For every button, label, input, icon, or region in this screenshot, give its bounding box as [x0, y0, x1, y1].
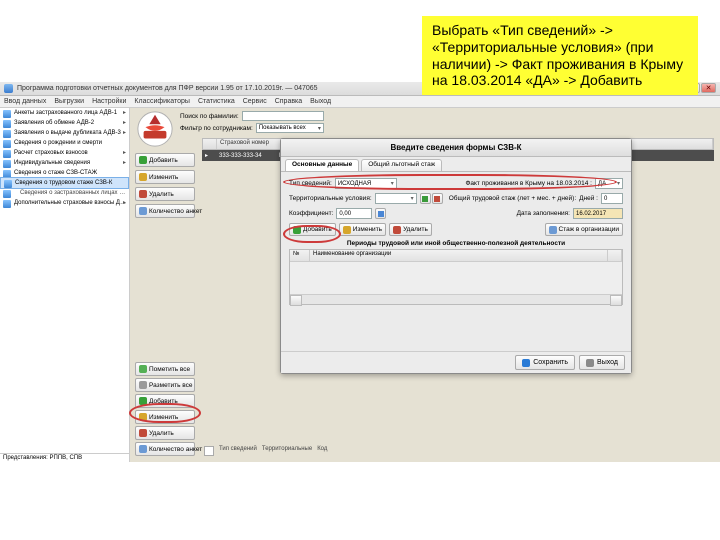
edit-person-button[interactable]: Изменить — [135, 170, 195, 184]
search-surname-label: Поиск по фамилии: — [180, 113, 239, 120]
sidebar-subitem[interactable]: Сведения о застрахованных лицах СЗВ-М — [0, 188, 129, 198]
add-person-button[interactable]: Добавить — [135, 153, 195, 167]
mark-actions: Пометить все Разметить все Добавить Изме… — [135, 362, 195, 456]
sidebar-item[interactable]: Анкеты застрахованного лица АДВ-1 — [0, 108, 129, 118]
plus-icon — [139, 397, 147, 405]
edit-record-button[interactable]: Изменить — [135, 410, 195, 424]
col-org[interactable]: Наименование организации — [310, 250, 608, 261]
days-label: Дней : — [579, 195, 598, 202]
sidebar-item[interactable]: Расчет страховых взносов — [0, 148, 129, 158]
check-icon — [139, 365, 147, 373]
count-record-button[interactable]: Количество анкет — [135, 442, 195, 456]
count-icon — [139, 445, 147, 453]
fact-crimea-select[interactable]: ДА — [595, 178, 623, 189]
filter-select[interactable]: Показывать всех — [256, 123, 324, 133]
terr-clear-icon[interactable] — [432, 193, 443, 204]
list-icon — [549, 226, 557, 234]
koef-calc-icon[interactable] — [375, 208, 386, 219]
type-label: Тип сведений — [219, 446, 257, 456]
menu-item[interactable]: Классификаторы — [134, 98, 190, 105]
add-record-button[interactable]: Добавить — [135, 394, 195, 408]
disk-icon — [522, 359, 530, 367]
horizontal-scrollbar[interactable] — [290, 294, 622, 304]
search-panel: Поиск по фамилии: Фильтр по сотрудникам:… — [180, 111, 324, 133]
tab-lgotnyi-stazh[interactable]: Общий льготный стаж — [361, 159, 442, 171]
sidebar-item[interactable]: Заявления о выдаче дубликата АДВ-3 — [0, 128, 129, 138]
menu-item[interactable]: Статистика — [198, 98, 235, 105]
period-edit-button[interactable]: Изменить — [339, 223, 386, 236]
sidebar-item[interactable]: Заявления об обмене АДВ-2 — [0, 118, 129, 128]
record-props-row: Тип сведений Территориальные Код — [204, 446, 327, 456]
pencil-icon — [343, 226, 351, 234]
fact-crimea-label: Факт проживания в Крыму на 18.03.2014 : — [465, 180, 592, 187]
menubar: Ввод данных Выгрузки Настройки Классифик… — [0, 96, 720, 108]
col-snils[interactable]: Страховой номер — [217, 139, 283, 149]
window-title: Программа подготовки отчетных документов… — [17, 85, 318, 92]
delete-person-button[interactable]: Удалить — [135, 187, 195, 201]
unmark-all-button[interactable]: Разметить все — [135, 378, 195, 392]
menu-item[interactable]: Настройки — [92, 98, 126, 105]
ots-label: Общий трудовой стаж (лет + мес. + дней): — [449, 195, 576, 202]
count-icon — [139, 207, 147, 215]
menu-item[interactable]: Справка — [275, 98, 302, 105]
save-button[interactable]: Сохранить — [515, 355, 575, 370]
terr-cond-select[interactable] — [375, 193, 417, 204]
periods-section-title: Периоды трудовой или иной общественно-по… — [289, 240, 623, 247]
periods-table: № Наименование организации — [289, 249, 623, 305]
stazh-org-button[interactable]: Стаж в организации — [545, 223, 624, 236]
menu-item[interactable]: Выгрузки — [54, 98, 84, 105]
tab-osnovnye[interactable]: Основные данные — [285, 159, 359, 171]
type-svedeniy-select[interactable]: ИСХОДНАЯ — [335, 178, 397, 189]
sidebar-item[interactable]: Индивидуальные сведения — [0, 158, 129, 168]
annotation-callout: Выбрать «Тип сведений» -> «Территориальн… — [422, 16, 698, 95]
col-num[interactable]: № — [290, 250, 310, 261]
terr-cond-label: Территориальные условия: — [289, 195, 372, 202]
menu-item[interactable]: Сервис — [243, 98, 267, 105]
period-delete-button[interactable]: Удалить — [389, 223, 432, 236]
app-icon — [4, 84, 13, 93]
date-fill-label: Дата заполнения: — [517, 210, 570, 217]
days-input[interactable]: 0 — [601, 193, 623, 204]
dialog-tabs: Основные данные Общий льготный стаж — [281, 157, 631, 171]
trash-icon — [139, 190, 147, 198]
delete-record-button[interactable]: Удалить — [135, 426, 195, 440]
person-actions: Добавить Изменить Удалить Количество анк… — [135, 153, 195, 218]
sidebar-item[interactable]: Сведения о рождении и смерти — [0, 138, 129, 148]
dialog-title: Введите сведения формы СЗВ-К — [281, 139, 631, 157]
menu-item[interactable]: Выход — [310, 98, 331, 105]
exit-button[interactable]: Выход — [579, 355, 625, 370]
terr-label: Территориальные — [262, 446, 312, 456]
filter-label: Фильтр по сотрудникам: — [180, 125, 253, 132]
sidebar: Анкеты застрахованного лица АДВ-1 Заявле… — [0, 108, 130, 462]
exit-icon — [586, 359, 594, 367]
terr-add-icon[interactable] — [420, 193, 431, 204]
pencil-icon — [139, 173, 147, 181]
mark-all-button[interactable]: Пометить все — [135, 362, 195, 376]
dialog-body: Тип сведений: ИСХОДНАЯ Факт проживания в… — [281, 171, 631, 351]
code-label: Код — [317, 446, 327, 456]
close-button[interactable]: ✕ — [701, 83, 716, 93]
trash-icon — [139, 429, 147, 437]
dialog-footer: Сохранить Выход — [281, 351, 631, 373]
cell-snils: 333-333-333-34 — [216, 153, 276, 159]
koef-input[interactable]: 0,00 — [336, 208, 372, 219]
trash-icon — [393, 226, 401, 234]
periods-empty — [290, 262, 622, 294]
sidebar-footer[interactable]: Представления: РППВ, СПВ — [0, 453, 129, 462]
record-checkbox[interactable] — [204, 446, 214, 456]
date-fill-input[interactable]: 16.02.2017 — [573, 208, 623, 219]
szv-k-dialog: Введите сведения формы СЗВ-К Основные да… — [280, 138, 632, 374]
koef-label: Коэффициент: — [289, 210, 333, 217]
uncheck-icon — [139, 381, 147, 389]
pencil-icon — [139, 413, 147, 421]
count-anket-button[interactable]: Количество анкет — [135, 204, 195, 218]
type-svedeniy-label: Тип сведений: — [289, 180, 332, 187]
sidebar-item[interactable]: Дополнительные страховые взносы ДСВ — [0, 198, 129, 208]
plus-icon — [293, 226, 301, 234]
menu-item[interactable]: Ввод данных — [4, 98, 46, 105]
plus-icon — [139, 156, 147, 164]
search-surname-input[interactable] — [242, 111, 324, 121]
pfr-logo-icon — [136, 110, 174, 148]
period-add-button[interactable]: Добавить — [289, 223, 336, 236]
